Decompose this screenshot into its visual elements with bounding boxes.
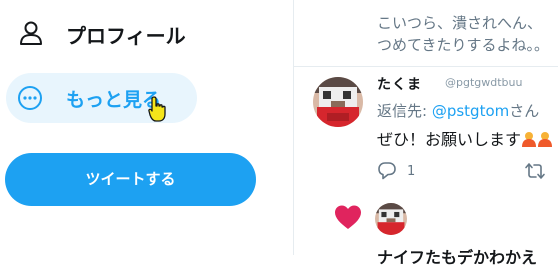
liker-avatar[interactable] — [375, 203, 407, 235]
tweet-text: ぜひ！お願いします — [377, 126, 553, 150]
reply-mention-link[interactable]: @pstgtom — [432, 102, 509, 120]
retweet-icon[interactable] — [524, 161, 546, 181]
hand-cursor-icon — [148, 96, 166, 122]
previous-tweet-text: こいつら、潰されへん、 つめてきたりするよね。。 — [377, 14, 550, 54]
more-circle-icon — [18, 86, 42, 110]
reply-count: 1 — [407, 164, 416, 179]
column-divider — [293, 0, 294, 255]
avatar[interactable] — [313, 77, 363, 127]
tweet-author-handle[interactable]: @pgtgwdtbuu — [445, 76, 522, 89]
notification-text: ナイフたもデかわかえ — [377, 248, 538, 267]
heart-icon — [335, 205, 361, 229]
bowing-person-emoji-icon — [522, 132, 537, 147]
sidebar-item-label: プロフィール — [66, 24, 186, 48]
person-icon — [20, 21, 42, 45]
reply-to-line: 返信先: @pstgtomさん — [377, 100, 539, 121]
sidebar-item-more[interactable]: もっと見る — [6, 73, 197, 123]
tweet-text-content: ぜひ！お願いします — [377, 130, 522, 149]
reply-suffix: さん — [509, 102, 540, 120]
reply-prefix: 返信先: — [377, 102, 432, 120]
tweet-author-name[interactable]: たくま — [377, 74, 422, 94]
tweet-button[interactable]: ツイートする — [5, 153, 256, 206]
reply-icon[interactable] — [377, 161, 397, 181]
sidebar-item-label: もっと見る — [66, 89, 162, 111]
bowing-person-emoji-icon — [538, 132, 553, 147]
tweet-divider — [294, 66, 558, 67]
sidebar-item-profile[interactable]: プロフィール — [0, 10, 290, 56]
